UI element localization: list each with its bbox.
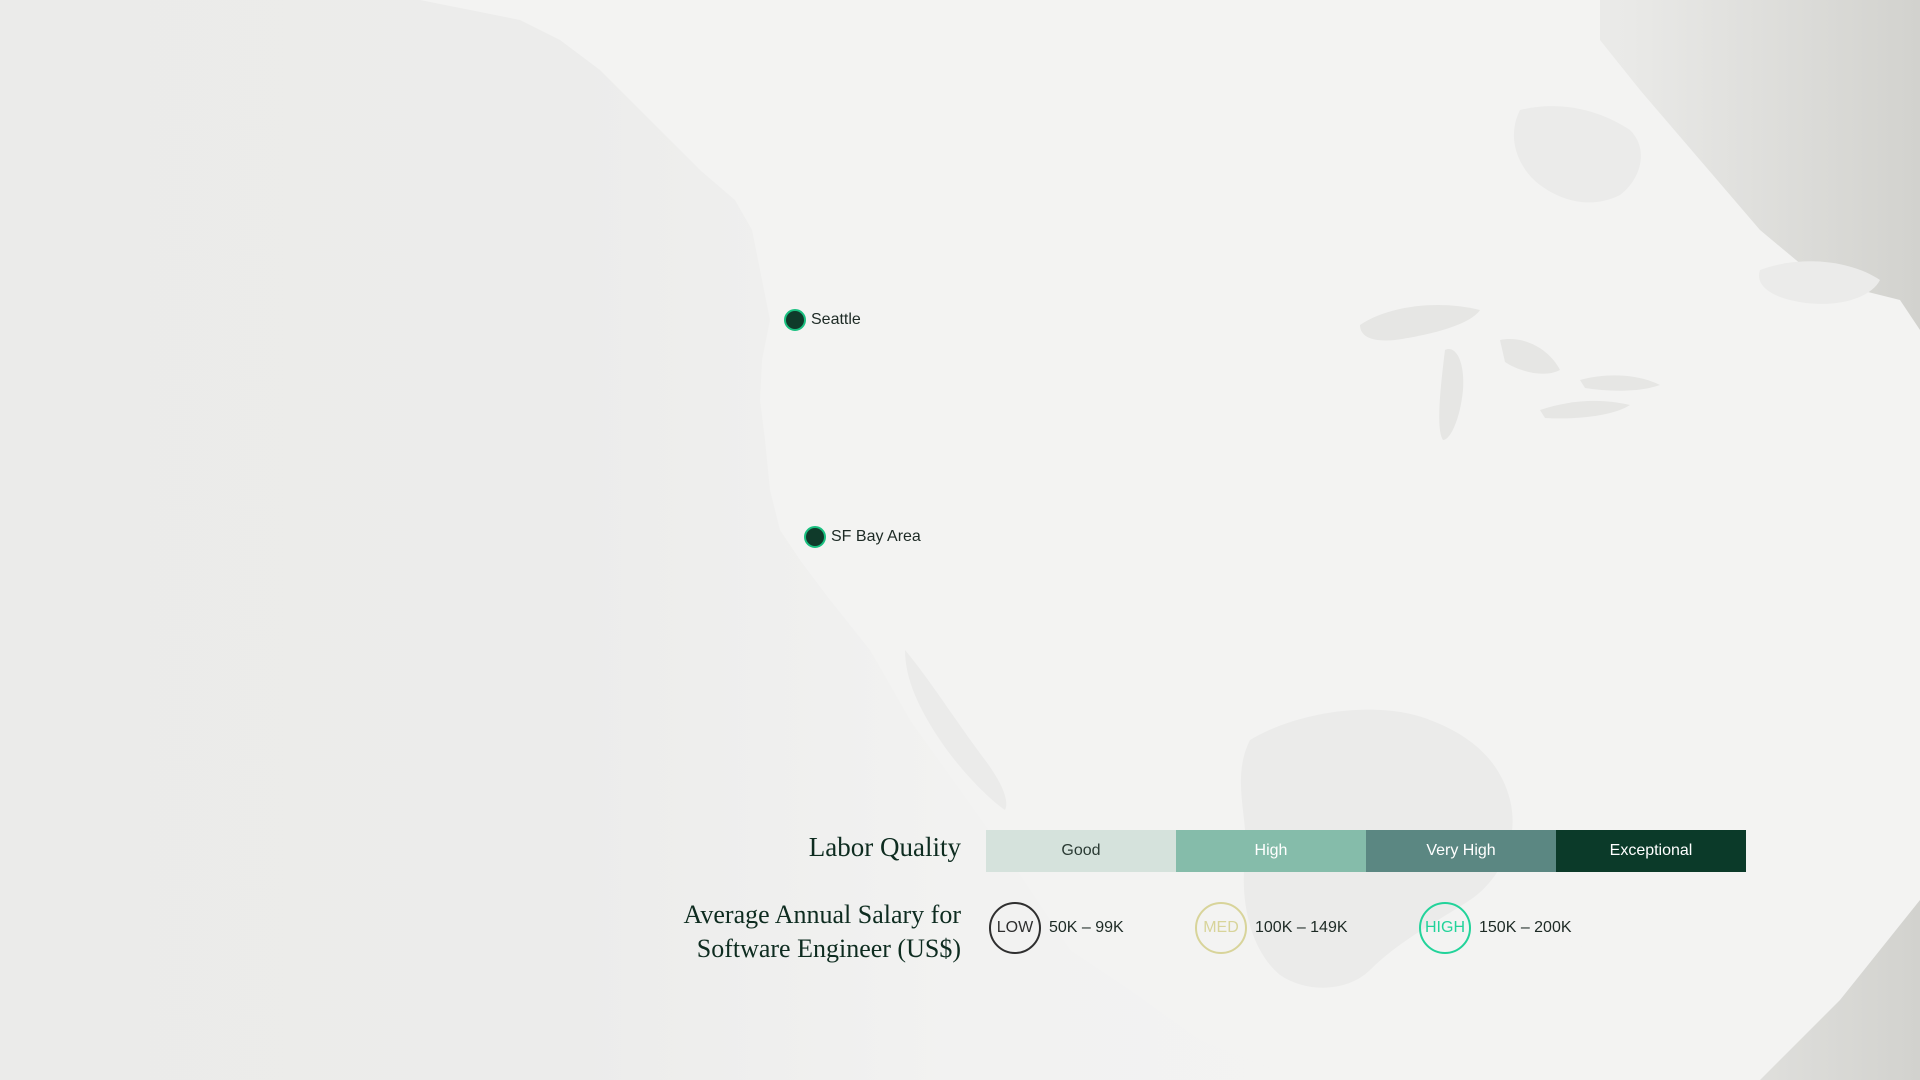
salary-badge-low: LOW [989, 902, 1041, 954]
map-view: Seattle SF Bay Area Labor Quality Good H… [0, 0, 1920, 1080]
salary-legend-title-line2: Software Engineer (US$) [696, 934, 961, 963]
quality-level-label: High [1254, 842, 1288, 859]
continent-landmass [420, 0, 1920, 1080]
quality-level-high: High [1176, 830, 1366, 872]
city-label: Seattle [811, 311, 861, 328]
salary-legend-title-line1: Average Annual Salary for [683, 900, 961, 929]
labor-quality-legend-title: Labor Quality [808, 832, 961, 862]
salary-level-med: MED 100K – 149K [1195, 902, 1348, 954]
quality-level-label: Good [1061, 842, 1101, 859]
quality-level-label: Very High [1426, 842, 1496, 859]
city-label: SF Bay Area [831, 528, 921, 545]
salary-level-low: LOW 50K – 99K [989, 902, 1124, 954]
salary-badge-med: MED [1195, 902, 1247, 954]
quality-level-very-high: Very High [1366, 830, 1556, 872]
labor-quality-scale: Good High Very High Exceptional [986, 830, 1746, 872]
salary-level-high: HIGH 150K – 200K [1419, 902, 1572, 954]
city-marker-seattle[interactable]: Seattle [784, 309, 861, 331]
location-pin-icon [804, 526, 826, 548]
quality-level-label: Exceptional [1609, 842, 1693, 859]
quality-level-good: Good [986, 830, 1176, 872]
salary-range-med: 100K – 149K [1255, 919, 1348, 936]
city-marker-sf-bay-area[interactable]: SF Bay Area [804, 526, 921, 548]
quality-level-exceptional: Exceptional [1556, 830, 1746, 872]
salary-range-low: 50K – 99K [1049, 919, 1124, 936]
salary-legend-title: Average Annual Salary for Software Engin… [684, 898, 961, 966]
location-pin-icon [784, 309, 806, 331]
salary-badge-high: HIGH [1419, 902, 1471, 954]
salary-range-high: 150K – 200K [1479, 919, 1572, 936]
